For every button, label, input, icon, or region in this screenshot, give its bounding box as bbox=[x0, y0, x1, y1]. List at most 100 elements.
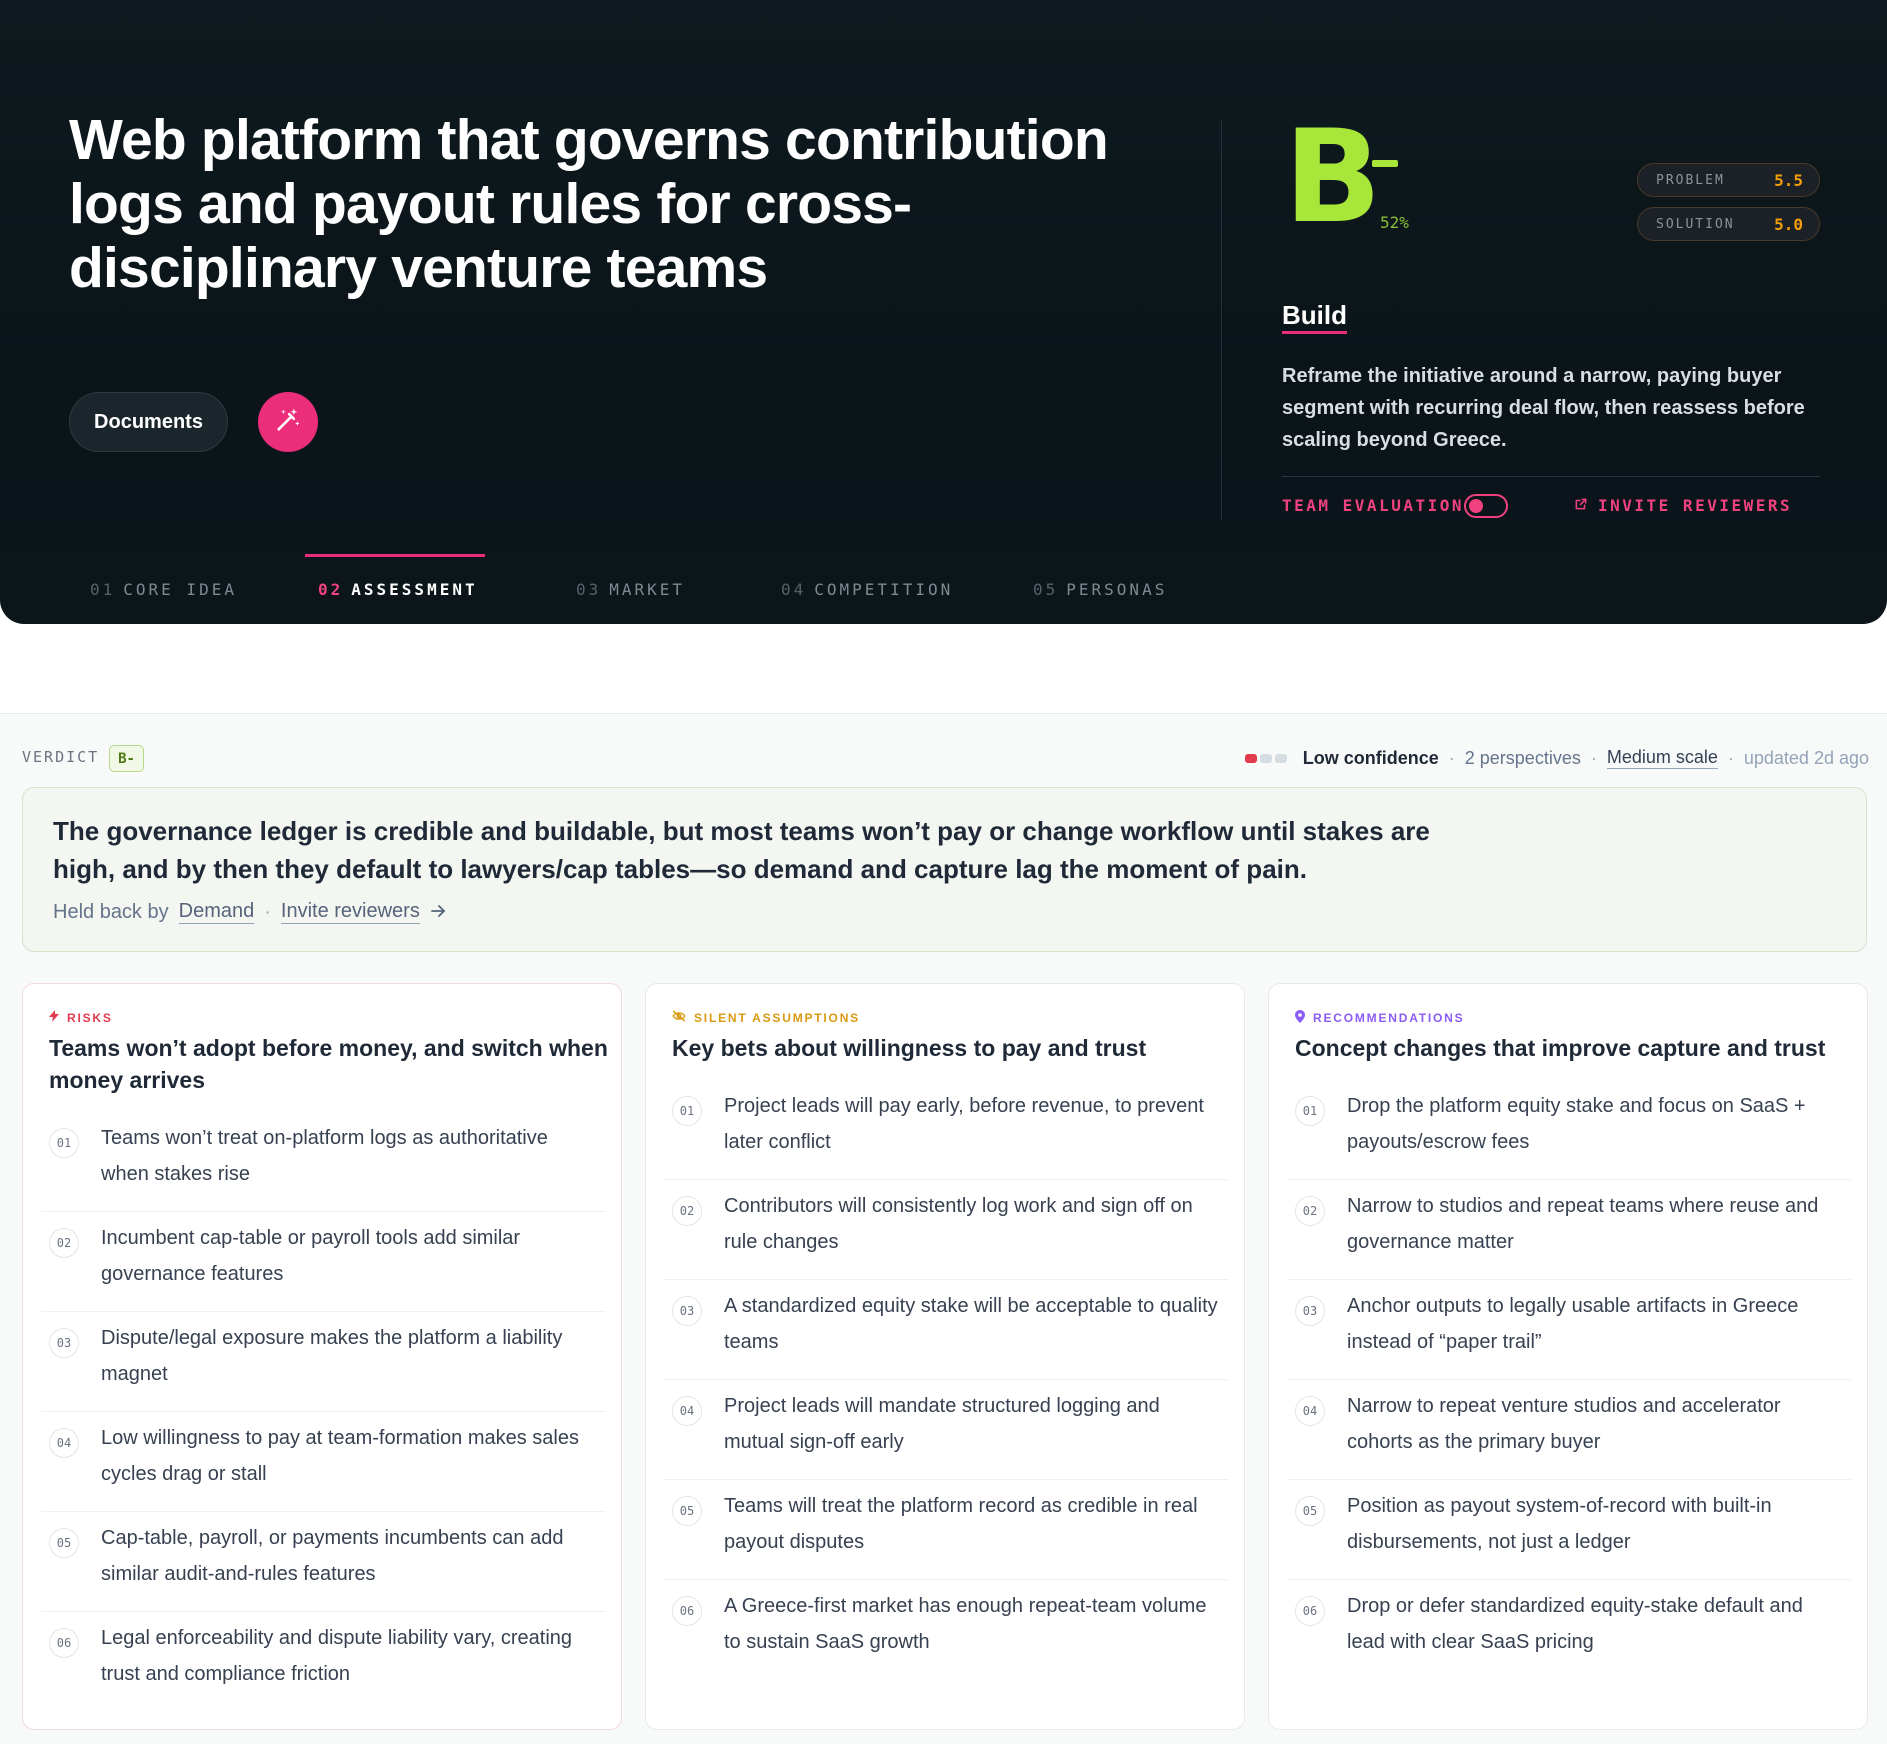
item-text: Teams won’t treat on-platform logs as au… bbox=[101, 1127, 548, 1185]
item-number: 02 bbox=[49, 1228, 79, 1258]
risks-title: Teams won’t adopt before money, and swit… bbox=[49, 1035, 608, 1093]
external-link-icon bbox=[1574, 496, 1588, 515]
item-number: 03 bbox=[49, 1328, 79, 1358]
item-number: 05 bbox=[1295, 1496, 1325, 1526]
recommendation-title: Build bbox=[1282, 300, 1347, 334]
item-number: 01 bbox=[49, 1128, 79, 1158]
magic-wand-icon bbox=[274, 406, 302, 439]
hero-divider bbox=[1221, 120, 1222, 520]
item-number: 02 bbox=[1295, 1196, 1325, 1226]
tab-label: COMPETITION bbox=[814, 580, 954, 599]
assumptions-card: SILENT ASSUMPTIONS Key bets about willin… bbox=[645, 983, 1245, 1730]
lightning-icon bbox=[49, 1010, 59, 1025]
item-number: 03 bbox=[1295, 1296, 1325, 1326]
item-number: 05 bbox=[49, 1528, 79, 1558]
item-text: Low willingness to pay at team-formation… bbox=[101, 1427, 579, 1485]
hero-panel: Web platform that governs contribution l… bbox=[0, 0, 1887, 624]
list-item: 02 Incumbent cap-table or payroll tools a… bbox=[41, 1212, 605, 1312]
tab-competition[interactable]: 04 COMPETITION bbox=[781, 580, 953, 599]
grade-percent: 52% bbox=[1380, 213, 1409, 232]
assumptions-title: Key bets about willingness to pay and tr… bbox=[672, 1035, 1147, 1061]
list-item: 04 Low willingness to pay at team-formati… bbox=[41, 1412, 605, 1512]
item-text: Teams will treat the platform record as … bbox=[724, 1495, 1198, 1553]
list-item: 03 A standardized equity stake will be ac… bbox=[664, 1280, 1228, 1380]
tab-number: 05 bbox=[1033, 580, 1059, 599]
item-text: Contributors will consistently log work … bbox=[724, 1195, 1193, 1253]
verdict-meta: Low confidence · 2 perspectives · Medium… bbox=[1244, 747, 1869, 769]
list-item: 01 Project leads will pay early, before r… bbox=[664, 1080, 1228, 1180]
documents-button[interactable]: Documents bbox=[69, 392, 228, 452]
tab-personas[interactable]: 05 PERSONAS bbox=[1033, 580, 1167, 599]
eye-off-icon bbox=[672, 1010, 686, 1025]
separator: · bbox=[1448, 747, 1455, 768]
held-back-prefix: Held back by bbox=[53, 900, 169, 923]
item-text: Project leads will mandate structured lo… bbox=[724, 1395, 1160, 1453]
divider bbox=[1282, 476, 1820, 477]
risks-kicker: RISKS bbox=[49, 1010, 113, 1025]
item-number: 02 bbox=[672, 1196, 702, 1226]
risks-list: 01 Teams won’t treat on-platform logs as … bbox=[41, 1112, 605, 1712]
risks-card: RISKS Teams won’t adopt before money, an… bbox=[22, 983, 622, 1730]
verdict-label: VERDICT bbox=[22, 748, 100, 766]
assumptions-list: 01 Project leads will pay early, before r… bbox=[664, 1080, 1228, 1680]
item-number: 05 bbox=[672, 1496, 702, 1526]
verdict-summary: The governance ledger is credible and bu… bbox=[53, 816, 1430, 884]
magic-action-button[interactable] bbox=[258, 392, 318, 452]
item-text: Narrow to studios and repeat teams where… bbox=[1347, 1195, 1819, 1253]
score-value: 5.0 bbox=[1774, 214, 1803, 234]
recommendation-description: Reframe the initiative around a narrow, … bbox=[1282, 365, 1805, 451]
confidence-dot bbox=[1244, 753, 1257, 763]
invite-reviewers-inline-link[interactable]: Invite reviewers bbox=[280, 900, 420, 924]
arrow-right-icon bbox=[430, 901, 446, 924]
tab-market[interactable]: 03 MARKET bbox=[576, 580, 685, 599]
tab-label: PERSONAS bbox=[1066, 580, 1168, 599]
separator: · bbox=[264, 900, 271, 923]
tab-number: 04 bbox=[781, 580, 807, 599]
item-number: 01 bbox=[1295, 1096, 1325, 1126]
kicker-label: RISKS bbox=[67, 1010, 113, 1025]
kicker-label: SILENT ASSUMPTIONS bbox=[694, 1010, 860, 1025]
recommendations-card: RECOMMENDATIONS Concept changes that imp… bbox=[1268, 983, 1868, 1730]
team-evaluation-toggle[interactable] bbox=[1464, 494, 1508, 518]
verdict-grade-badge: B- bbox=[109, 745, 144, 772]
item-text: Cap-table, payroll, or payments incumben… bbox=[101, 1527, 564, 1585]
invite-reviewers-label: INVITE REVIEWERS bbox=[1598, 496, 1793, 515]
scale-link[interactable]: Medium scale bbox=[1606, 747, 1718, 769]
recommendations-kicker: RECOMMENDATIONS bbox=[1295, 1010, 1464, 1026]
held-back-link[interactable]: Demand bbox=[178, 900, 255, 924]
list-item: 02 Narrow to studios and repeat teams whe… bbox=[1287, 1180, 1851, 1280]
item-text: A Greece-first market has enough repeat-… bbox=[724, 1595, 1207, 1653]
toggle-knob bbox=[1469, 499, 1483, 513]
list-item: 06 Drop or defer standardized equity-stak… bbox=[1287, 1580, 1851, 1680]
item-text: A standardized equity stake will be acce… bbox=[724, 1295, 1218, 1353]
list-item: 05 Position as payout system-of-record wi… bbox=[1287, 1480, 1851, 1580]
list-item: 01 Drop the platform equity stake and foc… bbox=[1287, 1080, 1851, 1180]
item-text: Incumbent cap-table or payroll tools add… bbox=[101, 1227, 521, 1285]
confidence-label: Low confidence bbox=[1302, 747, 1439, 768]
item-text: Project leads will pay early, before rev… bbox=[724, 1095, 1204, 1153]
list-item: 05 Cap-table, payroll, or payments incumb… bbox=[41, 1512, 605, 1612]
list-item: 06 A Greece-first market has enough repea… bbox=[664, 1580, 1228, 1680]
item-text: Legal enforceability and dispute liabili… bbox=[101, 1627, 573, 1685]
solution-score-pill: SOLUTION 5.0 bbox=[1637, 207, 1820, 241]
item-text: Narrow to repeat venture studios and acc… bbox=[1347, 1395, 1781, 1453]
tab-label: CORE IDEA bbox=[123, 580, 237, 599]
list-item: 03 Dispute/legal exposure makes the platf… bbox=[41, 1312, 605, 1412]
list-item: 01 Teams won’t treat on-platform logs as … bbox=[41, 1112, 605, 1212]
tab-number: 03 bbox=[576, 580, 602, 599]
tab-number: 02 bbox=[318, 580, 344, 599]
grade-minus bbox=[1372, 160, 1398, 167]
list-item: 04 Narrow to repeat venture studios and a… bbox=[1287, 1380, 1851, 1480]
updated-timestamp: updated 2d ago bbox=[1743, 747, 1869, 768]
tab-assessment[interactable]: 02 ASSESSMENT bbox=[318, 580, 478, 599]
recommendations-list: 01 Drop the platform equity stake and foc… bbox=[1287, 1080, 1851, 1680]
verdict-card: The governance ledger is credible and bu… bbox=[22, 787, 1867, 952]
separator: · bbox=[1590, 747, 1597, 768]
map-pin-icon bbox=[1295, 1010, 1305, 1026]
page-title: Web platform that governs contribution l… bbox=[69, 108, 1109, 300]
list-item: 02 Contributors will consistently log wor… bbox=[664, 1180, 1228, 1280]
item-text: Position as payout system-of-record with… bbox=[1347, 1495, 1772, 1553]
invite-reviewers-link[interactable]: INVITE REVIEWERS bbox=[1574, 496, 1792, 515]
tab-core-idea[interactable]: 01 CORE IDEA bbox=[90, 580, 237, 599]
kicker-label: RECOMMENDATIONS bbox=[1313, 1011, 1465, 1025]
